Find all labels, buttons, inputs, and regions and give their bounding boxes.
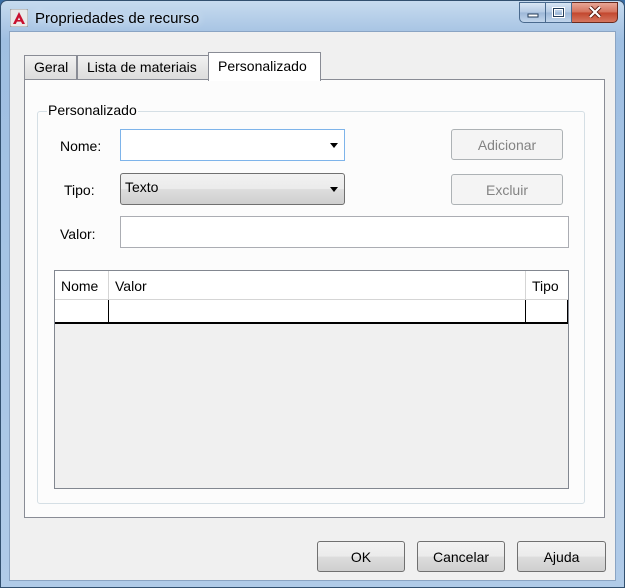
close-button[interactable] — [572, 2, 618, 23]
window-title: Propriedades de recurso — [35, 10, 200, 27]
cancel-button[interactable]: Cancelar — [417, 541, 505, 572]
column-header-tipo[interactable]: Tipo — [526, 271, 568, 300]
column-header-nome[interactable]: Nome — [55, 271, 108, 300]
grid-header: Nome Valor Tipo — [55, 271, 568, 300]
minimize-icon — [527, 5, 539, 21]
chevron-down-icon[interactable] — [330, 143, 338, 148]
tab-lista-de-materiais[interactable]: Lista de materiais — [77, 55, 209, 80]
name-label: Nome: — [60, 138, 102, 154]
ok-button[interactable]: OK — [317, 541, 405, 572]
add-button[interactable]: Adicionar — [451, 129, 563, 160]
chevron-down-icon[interactable] — [330, 187, 338, 192]
properties-grid[interactable]: Nome Valor Tipo — [54, 270, 569, 489]
row-divider — [567, 300, 568, 322]
close-icon — [588, 5, 602, 21]
caption-buttons — [519, 2, 618, 23]
table-row[interactable] — [55, 300, 568, 324]
type-combobox[interactable]: Texto — [120, 173, 345, 205]
autocad-logo-icon — [9, 8, 29, 28]
tab-personalizado[interactable]: Personalizado — [208, 52, 321, 81]
cell-nome[interactable] — [55, 300, 108, 322]
maximize-button[interactable] — [546, 2, 572, 23]
value-input[interactable] — [120, 216, 569, 248]
dialog-client-area: Geral Lista de materiais Personalizado P… — [9, 31, 616, 581]
title-bar[interactable]: Propriedades de recurso — [1, 1, 624, 35]
minimize-button[interactable] — [519, 2, 546, 23]
dialog-window: Propriedades de recurso Geral Lista de m… — [0, 0, 625, 588]
value-label: Valor: — [60, 226, 96, 242]
type-value: Texto — [125, 179, 159, 195]
type-label: Tipo: — [64, 182, 95, 198]
tab-panel-personalizado: Personalizado Nome: Adicionar Tipo: Text… — [24, 79, 605, 518]
delete-button[interactable]: Excluir — [451, 174, 563, 205]
tab-geral[interactable]: Geral — [24, 55, 77, 80]
name-combobox[interactable] — [120, 129, 345, 161]
maximize-icon — [552, 5, 565, 21]
help-button[interactable]: Ajuda — [517, 541, 606, 572]
column-header-valor[interactable]: Valor — [109, 271, 525, 300]
groupbox-legend: Personalizado — [47, 102, 138, 118]
cell-tipo[interactable] — [526, 300, 568, 322]
cell-valor[interactable] — [109, 300, 525, 322]
